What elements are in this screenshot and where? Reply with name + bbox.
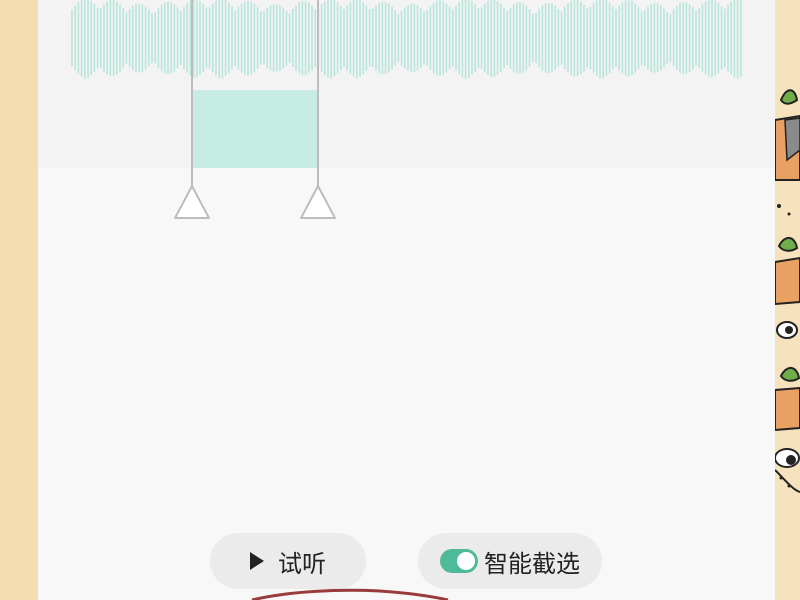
smart-select-label: 智能截选 <box>484 549 580 578</box>
left-border <box>0 0 38 600</box>
listen-label: 试听 <box>278 549 326 578</box>
toggle-knob <box>457 552 475 570</box>
smart-select-toggle[interactable] <box>440 549 478 573</box>
waveform-area[interactable] <box>38 0 775 168</box>
smart-select-button[interactable]: 智能截选 <box>418 533 602 589</box>
trim-end-handle[interactable] <box>298 0 338 225</box>
cartoon-illustration <box>775 89 800 493</box>
play-icon <box>250 552 264 570</box>
waveform[interactable] <box>38 0 775 168</box>
record-button-edge[interactable] <box>250 585 450 600</box>
audio-trim-panel <box>38 0 775 600</box>
right-border-decoration <box>775 0 800 600</box>
listen-button[interactable]: 试听 <box>210 533 366 589</box>
screen: 试听 智能截选 <box>0 0 800 600</box>
trim-start-handle[interactable] <box>172 0 212 225</box>
